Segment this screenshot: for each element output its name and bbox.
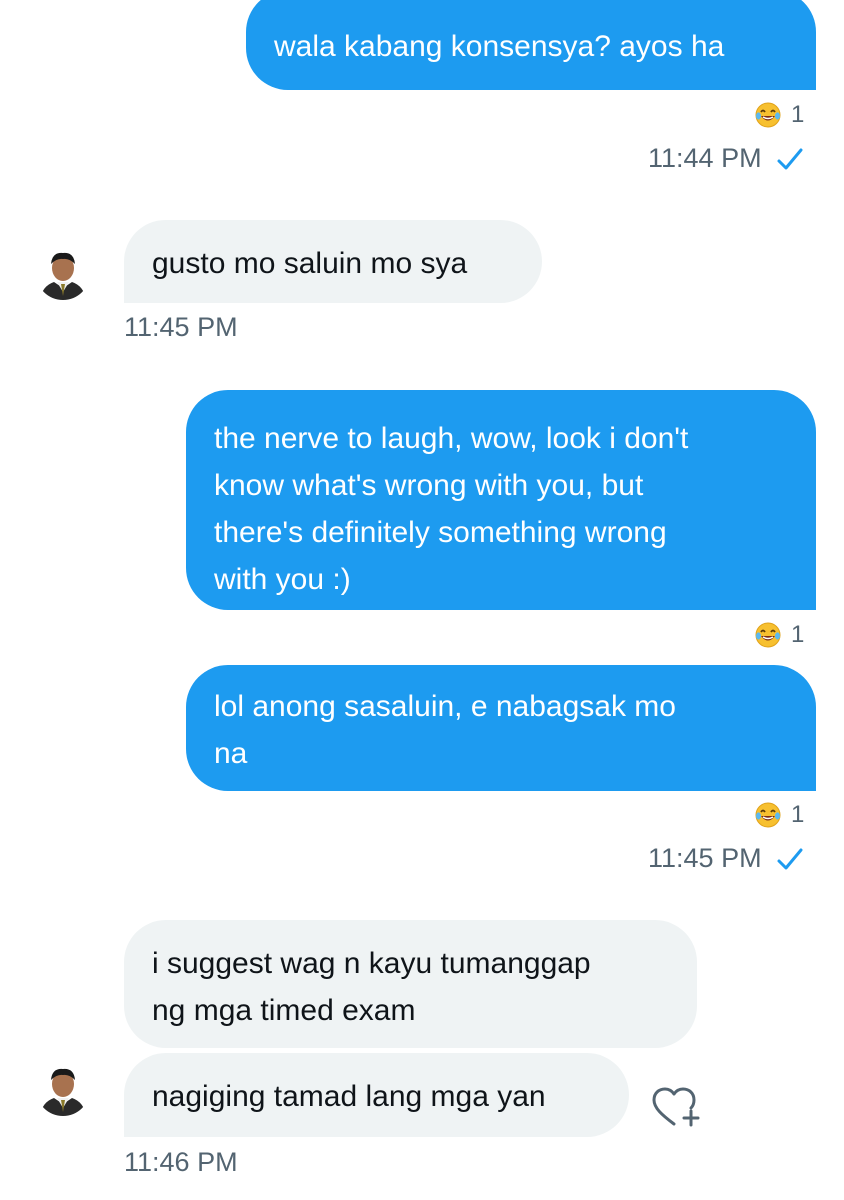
- timestamp-text: 11:46 PM: [124, 1147, 238, 1177]
- sent-message-bubble[interactable]: the nerve to laugh, wow, look i don't kn…: [186, 390, 816, 610]
- reaction-count: 1: [791, 101, 805, 128]
- sent-check-icon: [777, 848, 803, 869]
- message-timestamp: 11:45 PM: [124, 312, 238, 343]
- heart-plus-icon: [652, 1087, 700, 1127]
- sent-message-bubble[interactable]: lol anong sasaluin, e nabagsak mo na: [186, 665, 816, 791]
- face-with-tears-of-joy-icon: [755, 102, 781, 128]
- timestamp-text: 11:45 PM: [648, 843, 762, 873]
- add-reaction-button[interactable]: [648, 1080, 704, 1136]
- received-message-bubble[interactable]: nagiging tamad lang mga yan: [124, 1053, 629, 1137]
- timestamp-text: 11:44 PM: [648, 143, 762, 173]
- avatar-image: [36, 246, 90, 300]
- face-with-tears-of-joy-icon: [755, 622, 781, 648]
- message-timestamp: 11:44 PM: [648, 143, 804, 174]
- received-message-bubble[interactable]: i suggest wag n kayu tumanggap ng mga ti…: [124, 920, 697, 1048]
- received-message-bubble[interactable]: gusto mo saluin mo sya: [124, 220, 542, 303]
- avatar-image: [36, 1062, 90, 1116]
- timestamp-text: 11:45 PM: [124, 312, 238, 342]
- message-reaction[interactable]: 1: [755, 101, 811, 129]
- avatar[interactable]: [36, 1062, 90, 1116]
- face-with-tears-of-joy-icon: [755, 802, 781, 828]
- reaction-count: 1: [791, 801, 805, 828]
- reaction-count: 1: [791, 621, 805, 648]
- message-timestamp: 11:46 PM: [124, 1147, 238, 1178]
- message-reaction[interactable]: 1: [755, 621, 811, 649]
- sent-check-icon: [777, 148, 803, 169]
- message-reaction[interactable]: 1: [755, 801, 811, 829]
- message-timestamp: 11:45 PM: [648, 843, 804, 874]
- avatar[interactable]: [36, 246, 90, 300]
- sent-message-bubble[interactable]: wala kabang konsensya? ayos ha: [246, 0, 816, 90]
